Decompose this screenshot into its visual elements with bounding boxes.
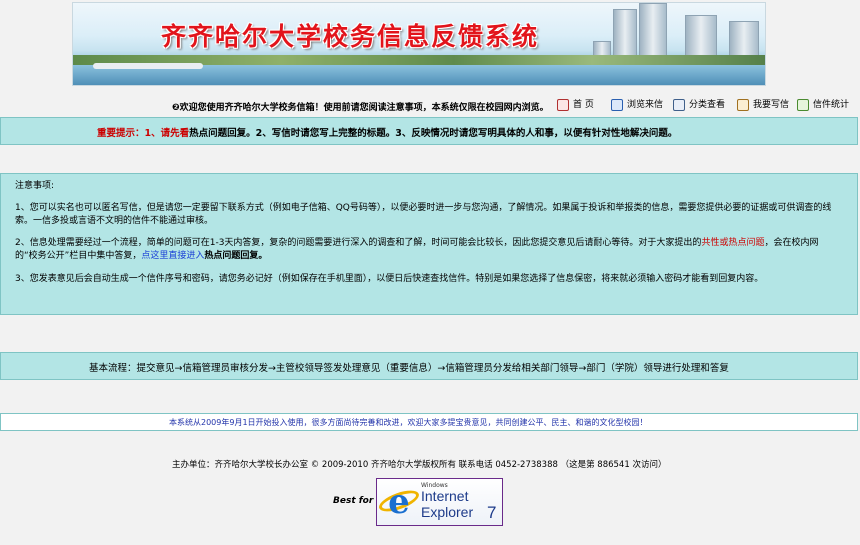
nav-browse-letters-label: 浏览来信	[627, 100, 664, 110]
ie-explorer-text: Explorer	[421, 504, 474, 520]
process-flow-box: 基本流程：提交意见→信箱管理员审核分发→主管校领导签发处理意见（重要信息）→信箱…	[0, 352, 858, 380]
browse-letters-icon	[611, 98, 623, 111]
process-flow-text: 基本流程：提交意见→信箱管理员审核分发→主管校领导签发处理意见（重要信息）→信箱…	[89, 363, 729, 374]
system-notice-text: 本系统从2009年9月1日开始投入使用，很多方面尚待完善和改进，欢迎大家多提宝贵…	[169, 418, 648, 427]
statistics-icon	[797, 98, 809, 111]
write-letter-icon	[737, 98, 749, 111]
notes-item-2-text-c: 回复。	[240, 251, 268, 261]
pier	[93, 63, 203, 69]
enter-hot-issues-link[interactable]: 点这里直接进入	[141, 251, 204, 261]
ie-logo-icon: e	[388, 482, 410, 522]
nav-write-letter-label: 我要写信	[753, 100, 790, 110]
ie-internet-text: Internet	[421, 488, 469, 504]
important-hint-box: 重要提示：1、请先看热点问题回复。2、写信时请您写上完整的标题。3、反映情况时请…	[0, 117, 858, 145]
building-image	[613, 9, 637, 61]
nav-browse-letters[interactable]: 浏览来信	[611, 97, 663, 113]
notes-heading: 注意事项:	[15, 181, 55, 191]
nav-category-label: 分类查看	[689, 100, 726, 110]
footer-info: 主办单位：齐齐哈尔大学校长办公室 © 2009-2010 齐齐哈尔大学版权所有 …	[172, 460, 667, 470]
important-hint: 重要提示：1、请先看热点问题回复。2、写信时请您写上完整的标题。3、反映情况时请…	[97, 125, 677, 139]
hint-rest: 回复。2、写信时请您写上完整的标题。3、反映情况时请您写明具体的人和事，以便有针…	[227, 128, 678, 139]
notes-item-3: 3、您发表意见后会自动生成一个信件序号和密码，请您务必记好（例如保存在手机里面）…	[15, 274, 764, 284]
best-for-label: Best for	[333, 496, 374, 506]
nav-statistics[interactable]: 信件统计	[797, 97, 849, 113]
nav-statistics-label: 信件统计	[813, 100, 850, 110]
nav-home[interactable]: 首 页	[557, 97, 594, 113]
nav-write-letter[interactable]: 我要写信	[737, 97, 789, 113]
category-icon	[673, 98, 685, 111]
notes-item-1: 1、您可以实名也可以匿名写信，但是请您一定要留下联系方式（例如电子信箱、QQ号码…	[15, 203, 832, 226]
system-notice-box: 本系统从2009年9月1日开始投入使用，很多方面尚待完善和改进，欢迎大家多提宝贵…	[0, 413, 858, 431]
notes-panel: 注意事项: 1、您可以实名也可以匿名写信，但是请您一定要留下联系方式（例如电子信…	[0, 173, 858, 315]
top-nav: ❷欢迎您使用齐齐哈尔大学校务信箱！使用前请您阅读注意事项，本系统仅限在校园网内浏…	[0, 97, 860, 113]
common-issues-text: 共性或热点问题	[701, 238, 765, 248]
nav-category[interactable]: 分类查看	[673, 97, 725, 113]
home-icon	[557, 98, 569, 111]
ie-version-text: 7	[487, 503, 497, 522]
hot-issues-link[interactable]: 热点问题	[189, 128, 227, 139]
notes-item-2: 2、信息处理需要经过一个流程，简单的问题可在1-3天内答复，复杂的问题需要进行深…	[15, 237, 835, 263]
building-image	[639, 3, 667, 61]
notes-item-2-text-a: 2、信息处理需要经过一个流程，简单的问题可在1-3天内答复，复杂的问题需要进行深…	[15, 238, 702, 248]
site-title: 齐齐哈尔大学校务信息反馈系统	[161, 22, 540, 51]
ie7-badge[interactable]: e Windows Internet Explorer 7	[376, 478, 503, 526]
welcome-text: ❷欢迎您使用齐齐哈尔大学校务信箱！使用前请您阅读注意事项，本系统仅限在校园网内浏…	[172, 103, 549, 113]
hint-prefix: 重要提示：1、请先看	[97, 128, 190, 139]
hot-issues-text: 热点问题	[204, 251, 241, 261]
nav-home-label: 首 页	[573, 100, 594, 110]
header-banner: 齐齐哈尔大学校务信息反馈系统	[72, 2, 766, 86]
